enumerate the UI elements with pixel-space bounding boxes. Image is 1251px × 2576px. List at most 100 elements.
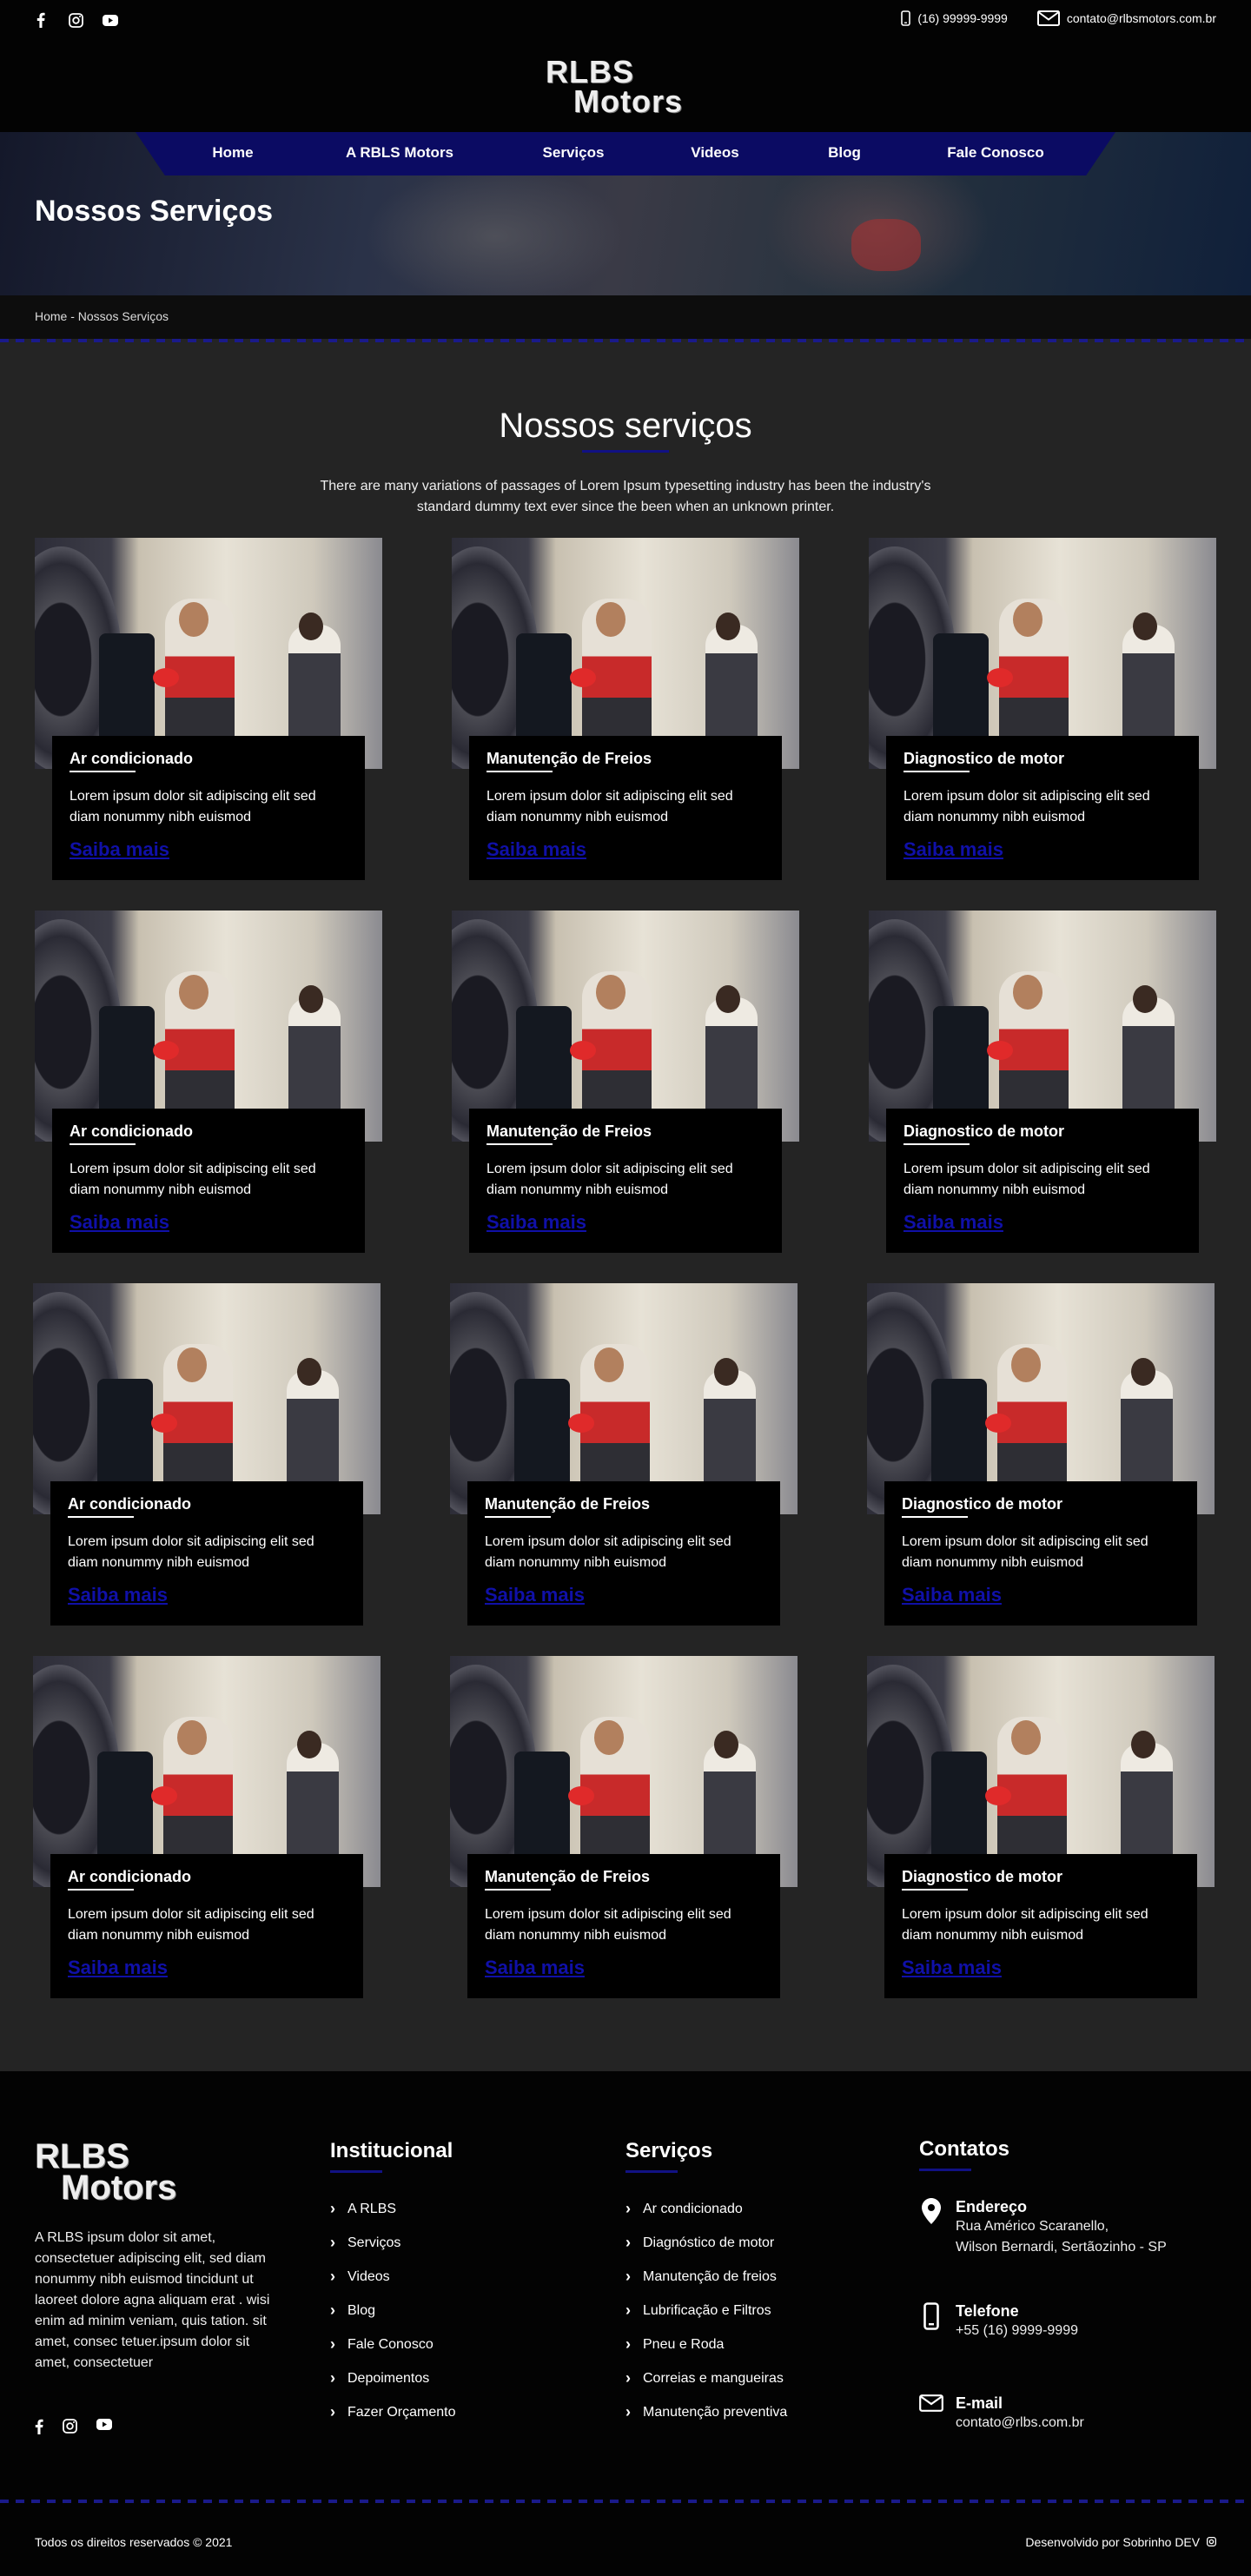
header-email-text: contato@rlbsmotors.com.br: [1066, 11, 1216, 25]
service-card[interactable]: Ar condicionado Lorem ipsum dolor sit adi…: [35, 538, 382, 880]
nav-item-home[interactable]: Home: [212, 144, 253, 162]
footer-link[interactable]: › Manutenção de freios: [626, 2268, 787, 2303]
service-card[interactable]: Ar condicionado Lorem ipsum dolor sit adi…: [33, 1283, 381, 1626]
saiba-mais-link[interactable]: Saiba mais: [486, 838, 586, 861]
nav-item-about[interactable]: A RBLS Motors: [346, 144, 453, 162]
service-card[interactable]: Ar condicionado Lorem ipsum dolor sit adi…: [35, 911, 382, 1253]
chevron-right-icon: ›: [626, 2369, 631, 2387]
saiba-mais-link[interactable]: Saiba mais: [68, 1584, 168, 1606]
saiba-mais-link[interactable]: Saiba mais: [902, 1584, 1002, 1606]
saiba-mais-link[interactable]: Saiba mais: [70, 1211, 169, 1234]
footer-title-underline: [330, 2170, 382, 2173]
service-card-title: Diagnostico de motor: [902, 1868, 1062, 1891]
saiba-mais-link[interactable]: Saiba mais: [904, 1211, 1003, 1234]
footer-title-underline: [919, 2169, 971, 2171]
site-logo[interactable]: RLBS Motors: [542, 54, 704, 120]
facebook-icon[interactable]: [35, 2419, 43, 2439]
service-card[interactable]: Diagnostico de motor Lorem ipsum dolor si…: [869, 538, 1216, 880]
top-bar: (16) 99999-9999 contato@rlbsmotors.com.b…: [0, 0, 1251, 134]
chevron-right-icon: ›: [626, 2268, 631, 2285]
header-contact: (16) 99999-9999 contato@rlbsmotors.com.b…: [901, 10, 1216, 26]
saiba-mais-link[interactable]: Saiba mais: [486, 1211, 586, 1234]
footer-link[interactable]: › Fazer Orçamento: [330, 2404, 455, 2439]
saiba-mais-link[interactable]: Saiba mais: [902, 1957, 1002, 1979]
email-value[interactable]: contato@rlbs.com.br: [956, 2413, 1084, 2434]
footer-institucional-title: Institucional: [330, 2139, 453, 2173]
footer-link[interactable]: › Ar condicionado: [626, 2201, 787, 2235]
instagram-icon[interactable]: [68, 12, 83, 28]
nav-item-contact[interactable]: Fale Conosco: [947, 144, 1043, 162]
footer-link[interactable]: › Videos: [330, 2268, 455, 2303]
service-card-body: Manutenção de Freios Lorem ipsum dolor si…: [469, 736, 782, 880]
header-email[interactable]: contato@rlbsmotors.com.br: [1036, 10, 1216, 26]
main-nav: Home A RBLS Motors Serviços Videos Blog …: [136, 132, 1115, 175]
saiba-mais-link[interactable]: Saiba mais: [68, 1957, 168, 1979]
service-card-description: Lorem ipsum dolor sit adipiscing elit se…: [902, 1907, 1148, 1943]
nav-item-blog[interactable]: Blog: [828, 144, 861, 162]
chevron-right-icon: ›: [330, 2301, 335, 2319]
service-card-title: Ar condicionado: [68, 1495, 191, 1518]
service-card[interactable]: Manutenção de Freios Lorem ipsum dolor si…: [450, 1656, 798, 1998]
saiba-mais-link[interactable]: Saiba mais: [485, 1584, 585, 1606]
service-card[interactable]: Diagnostico de motor Lorem ipsum dolor si…: [867, 1656, 1215, 1998]
nav-item-videos[interactable]: Videos: [691, 144, 738, 162]
service-card-title: Diagnostico de motor: [902, 1495, 1062, 1518]
chevron-right-icon: ›: [626, 2234, 631, 2251]
phone-value[interactable]: +55 (16) 9999-9999: [956, 2321, 1078, 2341]
footer-link[interactable]: › Diagnóstico de motor: [626, 2235, 787, 2269]
service-card-title: Manutenção de Freios: [485, 1868, 650, 1891]
service-card[interactable]: Manutenção de Freios Lorem ipsum dolor si…: [452, 911, 799, 1253]
facebook-icon[interactable]: [33, 12, 49, 28]
footer-link[interactable]: › Lubrificação e Filtros: [626, 2302, 787, 2337]
footer-link[interactable]: › Serviços: [330, 2235, 455, 2269]
service-card-description: Lorem ipsum dolor sit adipiscing elit se…: [70, 789, 316, 824]
chevron-right-icon: ›: [330, 2200, 335, 2217]
footer-link[interactable]: › Pneu e Roda: [626, 2336, 787, 2371]
service-card-description: Lorem ipsum dolor sit adipiscing elit se…: [485, 1907, 731, 1943]
mail-icon: [1036, 10, 1060, 26]
service-card-description: Lorem ipsum dolor sit adipiscing elit se…: [902, 1534, 1148, 1570]
service-card[interactable]: Ar condicionado Lorem ipsum dolor sit adi…: [33, 1656, 381, 1998]
service-card-image: [450, 1656, 798, 1887]
youtube-icon[interactable]: [103, 12, 118, 28]
service-card[interactable]: Manutenção de Freios Lorem ipsum dolor si…: [452, 538, 799, 880]
chevron-right-icon: ›: [330, 2335, 335, 2353]
footer-link[interactable]: › Blog: [330, 2301, 455, 2337]
developer-credit[interactable]: Desenvolvido por Sobrinho DEV: [1025, 2535, 1216, 2549]
service-card[interactable]: Diagnostico de motor Lorem ipsum dolor si…: [869, 911, 1216, 1253]
header-phone[interactable]: (16) 99999-9999: [901, 10, 1008, 26]
service-card[interactable]: Manutenção de Freios Lorem ipsum dolor si…: [450, 1283, 798, 1626]
service-card-body: Diagnostico de motor Lorem ipsum dolor si…: [884, 1481, 1197, 1626]
instagram-icon[interactable]: [63, 2419, 77, 2439]
service-card-description: Lorem ipsum dolor sit adipiscing elit se…: [68, 1534, 314, 1570]
footer-link[interactable]: › A RLBS: [330, 2200, 455, 2235]
service-card-description: Lorem ipsum dolor sit adipiscing elit se…: [904, 789, 1150, 824]
footer-dashed-divider: [0, 2500, 1251, 2503]
service-card-body: Diagnostico de motor Lorem ipsum dolor si…: [886, 1109, 1199, 1253]
phone-icon: [923, 2302, 939, 2330]
footer-link[interactable]: › Correias e mangueiras: [626, 2369, 787, 2405]
header-phone-text: (16) 99999-9999: [917, 11, 1008, 25]
saiba-mais-link[interactable]: Saiba mais: [70, 838, 169, 861]
saiba-mais-link[interactable]: Saiba mais: [485, 1957, 585, 1979]
service-card-body: Ar condicionado Lorem ipsum dolor sit adi…: [50, 1481, 363, 1626]
footer-link[interactable]: › Fale Conosco: [330, 2335, 455, 2371]
email-label: E-mail: [956, 2394, 1003, 2412]
hero-image-detail: [851, 219, 921, 271]
footer-contatos-title: Contatos: [919, 2137, 1009, 2171]
nav-item-services[interactable]: Serviços: [543, 144, 605, 162]
footer-address: Endereço Rua Américo Scaranello, Wilson …: [919, 2198, 1167, 2258]
footer-link[interactable]: › Depoimentos: [330, 2370, 455, 2405]
footer-link[interactable]: › Manutenção preventiva: [626, 2403, 787, 2439]
breadcrumb-bar: Home - Nossos Serviços: [0, 295, 1251, 339]
footer-title-underline: [626, 2170, 678, 2173]
section-title-underline: [582, 450, 669, 453]
service-card-image: [450, 1283, 798, 1514]
service-card-image: [33, 1283, 381, 1514]
footer-logo[interactable]: RLBS Motors: [35, 2137, 208, 2207]
footer-logo-line-2: Motors: [61, 2169, 177, 2207]
chevron-right-icon: ›: [626, 2403, 631, 2420]
youtube-icon[interactable]: [96, 2419, 112, 2439]
service-card[interactable]: Diagnostico de motor Lorem ipsum dolor si…: [867, 1283, 1215, 1626]
saiba-mais-link[interactable]: Saiba mais: [904, 838, 1003, 861]
